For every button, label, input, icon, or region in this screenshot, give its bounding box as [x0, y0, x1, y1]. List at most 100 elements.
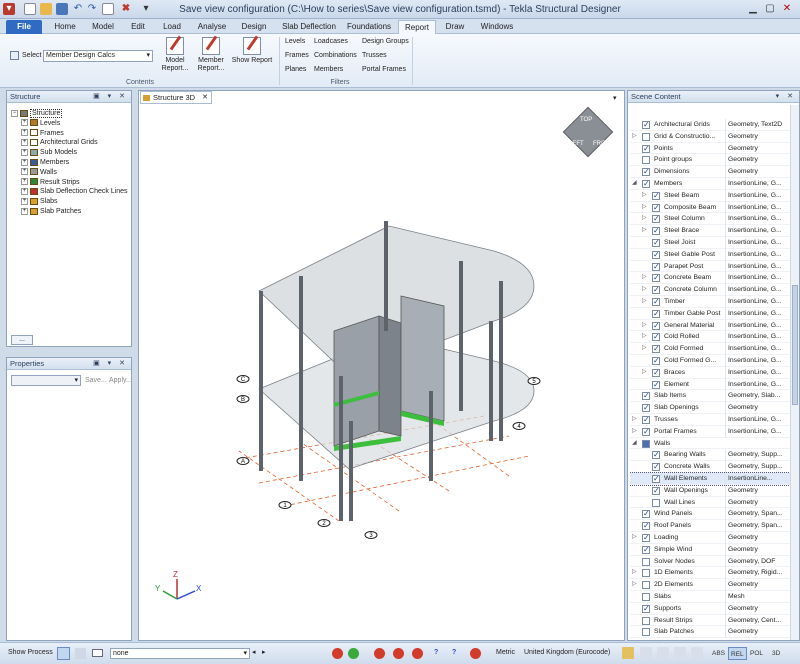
model-report-button[interactable]: Model Report...	[158, 37, 192, 73]
visibility-checkbox[interactable]	[652, 296, 660, 308]
visibility-checkbox[interactable]	[652, 213, 660, 225]
scene-row-value[interactable]: Geometry	[725, 166, 790, 178]
scene-row-value[interactable]: InsertionLine, G...	[725, 248, 790, 261]
scene-row-value[interactable]: Geometry, Span...	[725, 508, 790, 521]
expand-icon[interactable]: ▷	[632, 131, 637, 143]
visibility-checkbox[interactable]	[642, 426, 650, 438]
panel-controls[interactable]: ▣ ▾ ✕	[93, 91, 128, 103]
visibility-checkbox[interactable]	[642, 390, 650, 402]
help-icon[interactable]: ?	[452, 649, 456, 656]
mail-icon[interactable]	[92, 649, 103, 657]
previous-icon[interactable]: ◂	[252, 648, 256, 656]
scene-row[interactable]: Timber Gable Post InsertionLine, G...	[630, 307, 790, 320]
visibility-checkbox[interactable]	[652, 190, 660, 202]
visibility-checkbox[interactable]	[652, 202, 660, 213]
visibility-checkbox[interactable]	[652, 485, 660, 497]
scene-row-value[interactable]: Geometry, Cent...	[725, 614, 790, 627]
tab-design[interactable]: Design	[236, 20, 272, 34]
tab-model[interactable]: Model	[84, 20, 122, 34]
expand-icon[interactable]: +	[21, 207, 28, 215]
filter-members[interactable]: Members	[314, 66, 343, 73]
save-properties-button[interactable]: Save...	[85, 377, 107, 384]
scene-row-value[interactable]: Geometry, Rigid...	[725, 567, 790, 580]
snap-icon[interactable]	[657, 647, 669, 659]
expand-icon[interactable]: +	[21, 158, 28, 166]
scene-row-value[interactable]: InsertionLine, G...	[725, 225, 790, 237]
scene-row-value[interactable]: InsertionLine, G...	[725, 178, 790, 190]
scene-scrollbar[interactable]	[790, 105, 799, 640]
view-cube-front-label[interactable]: FRONT	[593, 141, 614, 147]
expand-icon[interactable]: ◢	[632, 438, 637, 450]
expand-icon[interactable]: ▷	[642, 331, 647, 343]
filter-loadcases[interactable]: Loadcases	[314, 38, 348, 45]
scene-row[interactable]: Wall Lines Geometry	[630, 496, 790, 509]
visibility-checkbox[interactable]	[652, 308, 660, 320]
panel-controls[interactable]: ▣ ▾ ✕	[93, 358, 128, 370]
scene-row[interactable]: Parapet Post InsertionLine, G...	[630, 260, 790, 273]
scene-row-value[interactable]: InsertionLine, G...	[725, 296, 790, 308]
scene-row[interactable]: ▷ Grid & Constructio... Geometry	[630, 130, 790, 143]
visibility-checkbox[interactable]	[642, 156, 650, 165]
scene-row-value[interactable]: InsertionLine, G...	[725, 366, 790, 379]
tree-item-slab-patches[interactable]: + Slab Patches	[11, 207, 128, 217]
view-cube-left-label[interactable]: LEFT	[569, 141, 584, 147]
scene-row-value[interactable]: Geometry, DOF	[725, 555, 790, 568]
filter-planes[interactable]: Planes	[285, 66, 306, 73]
visibility-checkbox[interactable]	[642, 119, 650, 131]
visibility-checkbox[interactable]	[642, 143, 650, 154]
expand-icon[interactable]: ▷	[642, 202, 647, 214]
scene-row-value[interactable]: Geometry	[725, 543, 790, 556]
scene-row[interactable]: ◢ Walls	[630, 438, 790, 450]
tab-edit[interactable]: Edit	[124, 20, 152, 34]
apply-properties-button[interactable]: Apply...	[109, 377, 132, 384]
tab-home[interactable]: Home	[48, 20, 82, 34]
visibility-checkbox[interactable]	[652, 331, 660, 343]
filter-frames[interactable]: Frames	[285, 52, 309, 59]
expand-icon[interactable]: +	[21, 188, 28, 196]
visibility-checkbox[interactable]	[642, 603, 650, 615]
units-label[interactable]: Metric	[496, 649, 515, 656]
scene-row[interactable]: ▷ Trusses InsertionLine, G...	[630, 414, 790, 426]
tab-foundations[interactable]: Foundations	[344, 20, 394, 34]
scene-row[interactable]: Architectural Grids Geometry, Text2D	[630, 119, 790, 131]
scene-row-value[interactable]: InsertionLine, G...	[725, 355, 790, 367]
scene-row[interactable]: ▷ Composite Beam InsertionLine, G...	[630, 201, 790, 214]
tree-item-walls[interactable]: + Walls	[11, 168, 128, 178]
expand-icon[interactable]: ▷	[642, 320, 647, 332]
visibility-checkbox[interactable]	[652, 261, 660, 272]
visibility-checkbox[interactable]	[642, 581, 650, 590]
expand-icon[interactable]: +	[21, 148, 28, 156]
scene-row[interactable]: ▷ Cold Rolled InsertionLine, G...	[630, 331, 790, 343]
scene-row[interactable]: Supports Geometry	[630, 602, 790, 615]
scene-row[interactable]: ◢ Members InsertionLine, G...	[630, 178, 790, 190]
scene-row-value[interactable]: InsertionLine, G...	[725, 260, 790, 273]
visibility-checkbox[interactable]	[652, 237, 660, 249]
show-report-button[interactable]: Show Report	[230, 37, 274, 65]
more-button[interactable]: ...	[11, 335, 33, 345]
model-3d-render[interactable]: Z X Y C B A 1 2 3 4 5	[139, 91, 626, 642]
scene-row[interactable]: ▷ Loading Geometry	[630, 532, 790, 544]
scene-row[interactable]: ▷ Concrete Column InsertionLine, G...	[630, 284, 790, 296]
visibility-checkbox[interactable]	[652, 249, 660, 261]
toggle-pol[interactable]: POL	[748, 647, 765, 660]
expand-icon[interactable]: +	[21, 168, 28, 176]
expand-icon[interactable]: +	[21, 139, 28, 147]
close-button[interactable]: ✕	[779, 2, 795, 16]
expand-icon[interactable]: ▷	[642, 225, 647, 237]
expand-icon[interactable]: ▷	[642, 213, 647, 225]
visibility-checkbox[interactable]	[642, 593, 650, 601]
scene-row-value[interactable]: Geometry, Supp...	[725, 449, 790, 462]
scene-row-value[interactable]: InsertionLine, G...	[725, 343, 790, 355]
expand-icon[interactable]: ▷	[632, 414, 637, 426]
filter-design-groups[interactable]: Design Groups	[362, 38, 409, 45]
scene-row-value[interactable]: InsertionLine, G...	[725, 237, 790, 249]
visibility-checkbox[interactable]	[652, 343, 660, 355]
tree-item-frames[interactable]: + Frames	[11, 129, 128, 139]
filter-levels[interactable]: Levels	[285, 38, 305, 45]
scene-row[interactable]: Bearing Walls Geometry, Supp...	[630, 449, 790, 461]
visibility-checkbox[interactable]	[642, 508, 650, 520]
tree-item-levels[interactable]: + Levels	[11, 119, 128, 129]
scene-row-value[interactable]: InsertionLine, G...	[725, 319, 790, 332]
toggle-abs[interactable]: ABS	[710, 647, 727, 660]
expand-icon[interactable]: ▷	[642, 367, 647, 379]
